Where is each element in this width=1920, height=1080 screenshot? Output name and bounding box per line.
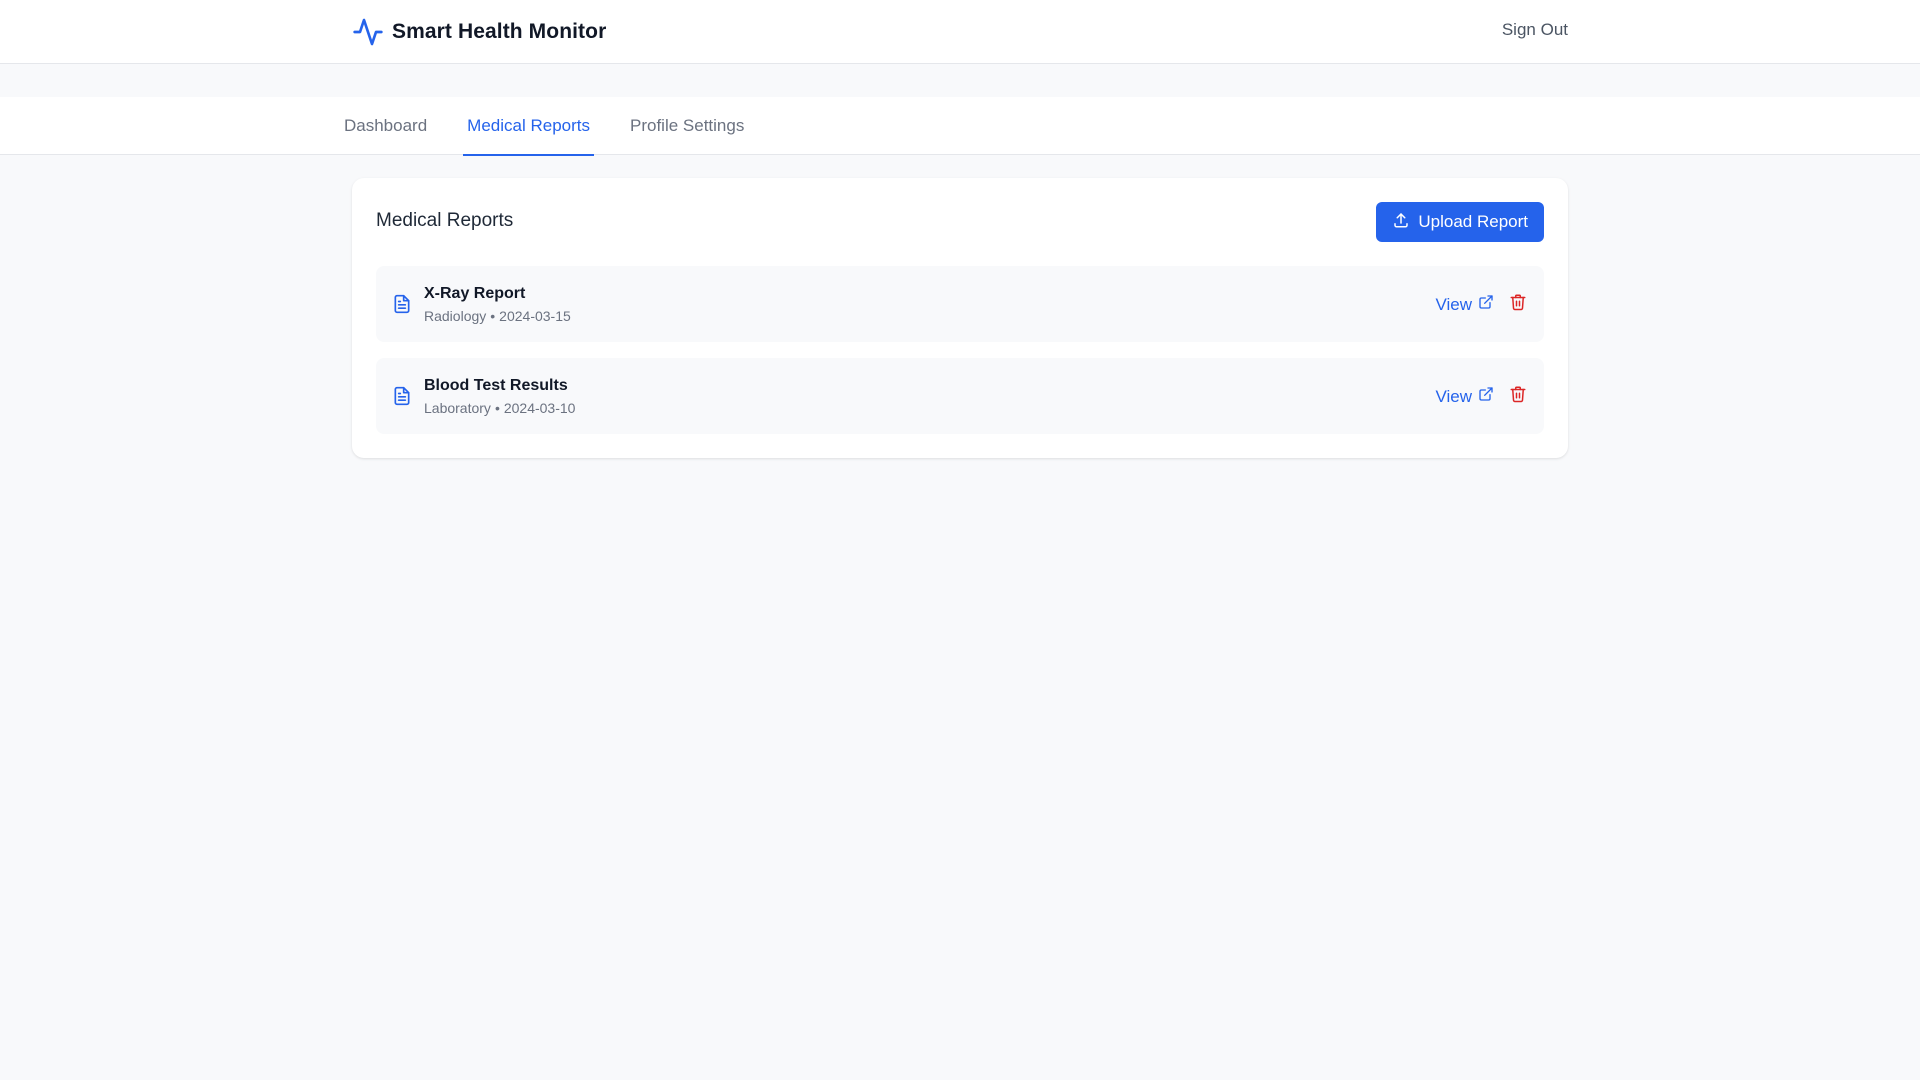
report-name: Blood Test Results <box>424 377 568 394</box>
external-link-icon <box>1478 386 1494 407</box>
view-report-link[interactable]: View <box>1435 386 1494 407</box>
sign-out-button[interactable]: Sign Out <box>1502 20 1568 40</box>
upload-button-label: Upload Report <box>1418 212 1528 231</box>
report-category: Radiology <box>424 308 487 324</box>
view-label: View <box>1435 386 1472 406</box>
report-details: X-Ray Report Radiology • 2024-03-15 <box>424 284 571 326</box>
top-navigation-bar: Smart Health Monitor Sign Out <box>0 0 1920 64</box>
report-category: Laboratory <box>424 400 491 416</box>
document-icon <box>392 294 412 314</box>
medical-reports-card: Medical Reports Upload Report X-Ray Repo… <box>352 178 1568 458</box>
view-report-link[interactable]: View <box>1435 294 1494 315</box>
view-label: View <box>1435 294 1472 314</box>
report-meta: Laboratory • 2024-03-10 <box>424 398 575 418</box>
list-item: Blood Test Results Laboratory • 2024-03-10… <box>376 358 1544 434</box>
reports-list: X-Ray Report Radiology•2024-03-15 View <box>376 266 1544 450</box>
report-actions: View <box>1435 294 1528 315</box>
delete-report-button[interactable] <box>1508 293 1528 316</box>
report-name: X-Ray Report <box>424 285 526 302</box>
tab-bar: Dashboard Medical Reports Profile Settin… <box>0 97 1920 156</box>
trash-icon <box>1509 293 1527 316</box>
report-meta: Radiology • 2024-03-15 <box>424 306 571 326</box>
tab-profile-settings[interactable]: Profile Settings <box>626 97 748 155</box>
report-date: 2024-03-10 <box>503 400 576 416</box>
delete-report-button[interactable] <box>1508 385 1528 408</box>
brand[interactable]: Smart Health Monitor <box>352 16 606 48</box>
trash-icon <box>1509 385 1527 408</box>
external-link-icon <box>1478 294 1494 315</box>
list-item: X-Ray Report Radiology • 2024-03-15 View <box>376 266 1544 342</box>
tab-dashboard[interactable]: Dashboard <box>340 97 431 155</box>
app-title: Smart Health Monitor <box>392 20 607 43</box>
heartbeat-icon <box>352 16 384 48</box>
upload-report-button[interactable]: Upload Report <box>1376 202 1544 242</box>
card-title: Medical Reports <box>376 210 514 231</box>
document-icon <box>392 386 412 406</box>
report-details: Blood Test Results Laboratory • 2024-03-10 <box>424 376 575 418</box>
report-actions: View <box>1435 386 1528 407</box>
tab-medical-reports[interactable]: Medical Reports <box>463 97 594 156</box>
tabs: Dashboard Medical Reports Profile Settin… <box>340 97 780 156</box>
meta-separator: • <box>494 400 500 416</box>
upload-icon <box>1392 211 1410 234</box>
meta-separator: • <box>490 308 496 324</box>
report-date: 2024-03-15 <box>499 308 571 324</box>
